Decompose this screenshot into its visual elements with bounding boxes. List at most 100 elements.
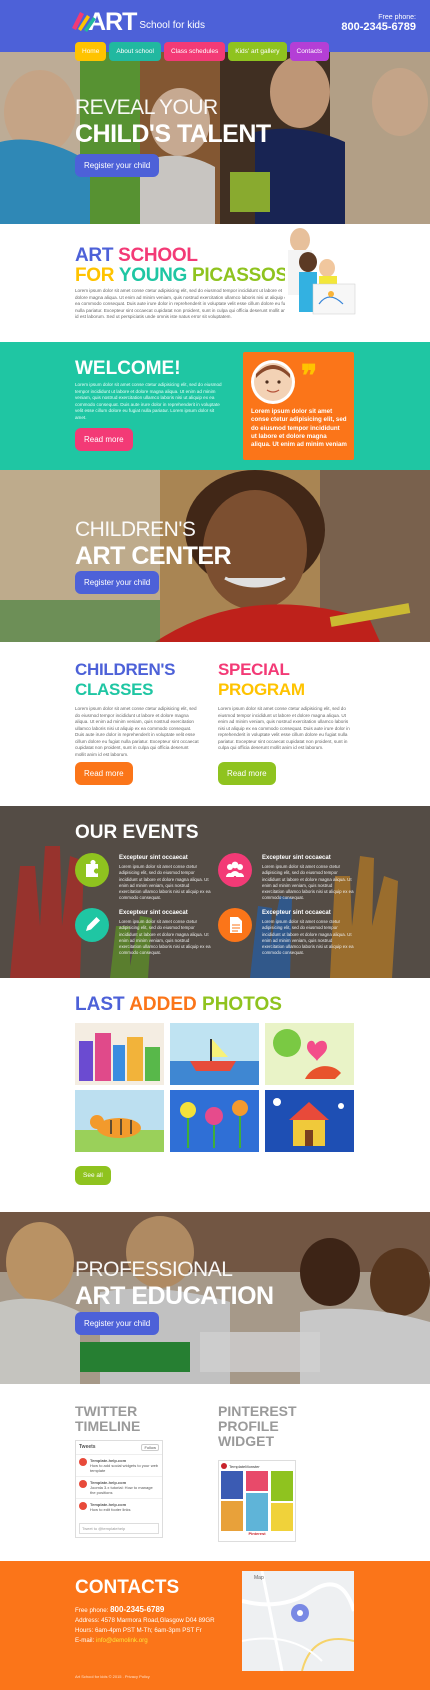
puzzle-icon — [86, 860, 98, 877]
event-2-text: Lorem ipsum dolor sit amet conse ctetur … — [262, 864, 354, 901]
tweet-item[interactable]: Template-help.com How to add social widge… — [76, 1455, 162, 1477]
event-2-badge — [218, 853, 252, 887]
tweet-avatar — [79, 1502, 87, 1510]
location-map[interactable]: Map — [242, 1571, 354, 1671]
flowers-drawing-image — [170, 1090, 259, 1152]
hero-line1: REVEAL YOUR — [75, 96, 218, 119]
events-section: OUR EVENTS Excepteur sint occaecat Lorem… — [0, 806, 430, 978]
photos-title: LAST ADDED PHOTOS — [75, 994, 282, 1016]
pinterest-title-line2: PROFILE — [218, 1418, 279, 1434]
contacts-address-label: Address: — [75, 1617, 100, 1624]
welcome-read-more-button[interactable]: Read more — [75, 428, 133, 451]
hero-heading: REVEAL YOUR CHILD'S TALENT — [75, 96, 271, 149]
gallery-thumb-6[interactable] — [265, 1090, 354, 1152]
education-line2: ART EDUCATION — [75, 1282, 274, 1310]
nav-kids-art-gallery[interactable]: Kids' art gallery — [228, 42, 287, 61]
event-3-badge — [75, 908, 109, 942]
event-4-badge — [218, 908, 252, 942]
twitter-title-line2: TIMELINE — [75, 1418, 141, 1434]
footer-copyright: Art School for kids © 2015 . Privacy Pol… — [75, 1674, 150, 1679]
education-register-button[interactable]: Register your child — [75, 1312, 160, 1335]
contacts-email-label: E-mail: — [75, 1637, 95, 1644]
title-word-school: SCHOOL — [118, 245, 198, 266]
event-1-badge — [75, 853, 109, 887]
tweet-item[interactable]: Template-help.com How to edit footer link… — [76, 1499, 162, 1515]
logo[interactable]: ART School for kids — [72, 10, 205, 35]
art-center-register-button[interactable]: Register your child — [75, 571, 160, 594]
program-title: SPECIAL PROGRAM — [218, 660, 305, 700]
pinterest-avatar — [221, 1463, 227, 1469]
hero-line2: CHILD'S TALENT — [75, 120, 271, 148]
nav-class-schedules[interactable]: Class schedules — [163, 42, 226, 61]
event-4-title[interactable]: Excepteur sint occaecat — [262, 910, 331, 916]
quote-mark-icon: ❞ — [301, 359, 318, 394]
contacts-address: 4578 Marmora Road,Glasgow D04 89GR — [101, 1617, 215, 1624]
event-3-title[interactable]: Excepteur sint occaecat — [119, 910, 188, 916]
tweet-avatar — [79, 1480, 87, 1488]
contacts-phone[interactable]: 800-2345-6789 — [110, 1605, 164, 1614]
welcome-quote: Lorem ipsum dolor sit amet conse ctetur … — [251, 408, 347, 449]
kids-with-drawing-photo — [285, 224, 430, 342]
event-2-title[interactable]: Excepteur sint occaecat — [262, 855, 331, 861]
widgets-section: TWITTER TIMELINE Tweets Follow Template-… — [0, 1384, 430, 1561]
twitter-timeline-widget[interactable]: Tweets Follow Template-help.com How to ad… — [75, 1440, 163, 1538]
brush-logo-icon — [72, 12, 96, 32]
photos-title-photos: PHOTOS — [202, 994, 282, 1015]
pencil-icon — [86, 917, 100, 931]
map-label: Map — [254, 1575, 264, 1581]
nav-about-school[interactable]: About school — [109, 42, 161, 61]
classes-read-more-button[interactable]: Read more — [75, 762, 133, 785]
contacts-email-link[interactable]: info@demolink.org — [96, 1637, 148, 1644]
title-word-art: ART — [75, 245, 114, 266]
title-word-picassos: PICASSOS — [192, 265, 288, 286]
pinterest-profile-widget[interactable]: TemplateMonster Pinterest — [218, 1460, 296, 1542]
program-read-more-button[interactable]: Read more — [218, 762, 276, 785]
register-button[interactable]: Register your child — [75, 154, 160, 177]
painted-hands-photo — [0, 806, 430, 978]
gallery-thumb-3[interactable] — [265, 1023, 354, 1085]
gallery-thumb-1[interactable] — [75, 1023, 164, 1085]
nav-contacts[interactable]: Contacts — [289, 42, 330, 61]
gallery-thumb-5[interactable] — [170, 1090, 259, 1152]
photos-title-added: ADDED — [129, 994, 197, 1015]
twitter-widget-header: Tweets Follow — [76, 1441, 162, 1455]
art-school-title: ART SCHOOL FOR YOUNG PICASSOS — [75, 246, 288, 286]
nav-home[interactable]: Home — [75, 42, 107, 61]
phone-number[interactable]: 800-2345-6789 — [341, 21, 416, 33]
classes-title: CHILDREN'S CLASSES — [75, 660, 176, 700]
program-title-line1: SPECIAL — [218, 660, 290, 679]
gallery-thumb-2[interactable] — [170, 1023, 259, 1085]
welcome-title: WELCOME! — [75, 358, 181, 379]
tweet-item[interactable]: Template-help.com Joomla 3.x tutorial: Ho… — [76, 1477, 162, 1499]
event-1-title[interactable]: Excepteur sint occaecat — [119, 855, 188, 861]
gallery-thumb-4[interactable] — [75, 1090, 164, 1152]
follow-button[interactable]: Follow — [141, 1444, 159, 1451]
contacts-hours-label: Hours: — [75, 1627, 94, 1634]
pinterest-footer[interactable]: Pinterest — [219, 1531, 295, 1536]
pinterest-title-line1: PINTEREST — [218, 1403, 297, 1419]
art-center-heading: CHILDREN'S ART CENTER — [75, 518, 232, 571]
program-text: Lorem ipsum dolor sit amet conse ctetur … — [218, 706, 350, 750]
boat-drawing-image — [170, 1023, 259, 1085]
tweet-text: Joomla 3.x tutorial: How to manage the p… — [90, 1485, 153, 1495]
tweet-text: How to edit footer links — [90, 1507, 131, 1512]
header-phone: Free phone: 800-2345-6789 — [341, 14, 416, 33]
program-title-line2: PROGRAM — [218, 680, 305, 699]
classes-title-line2: CLASSES — [75, 680, 154, 699]
pinterest-title-line3: WIDGET — [218, 1433, 274, 1449]
photos-section: LAST ADDED PHOTOS See all — [0, 978, 430, 1212]
group-icon — [226, 861, 244, 877]
classes-text: Lorem ipsum dolor sit amet conse ctetur … — [75, 706, 199, 757]
logo-subtitle: School for kids — [139, 20, 205, 31]
tweet-box[interactable]: Tweet to @templatehelp — [79, 1523, 159, 1534]
education-heading: PROFESSIONAL ART EDUCATION — [75, 1258, 274, 1311]
education-section: PROFESSIONAL ART EDUCATION Register your… — [0, 1212, 430, 1384]
tweet-text: How to add social widgets to your web te… — [90, 1463, 159, 1473]
art-center-line1: CHILDREN'S — [75, 518, 196, 541]
classes-title-line1: CHILDREN'S — [75, 660, 176, 679]
contacts-section: CONTACTS Free phone: 800-2345-6789 Addre… — [0, 1561, 430, 1690]
art-center-section: CHILDREN'S ART CENTER Register your chil… — [0, 470, 430, 642]
contacts-details: Free phone: 800-2345-6789 Address: 4578 … — [75, 1605, 215, 1646]
art-school-text: Lorem ipsum dolor sit amet conse ctetur … — [75, 288, 293, 319]
see-all-button[interactable]: See all — [75, 1166, 111, 1185]
